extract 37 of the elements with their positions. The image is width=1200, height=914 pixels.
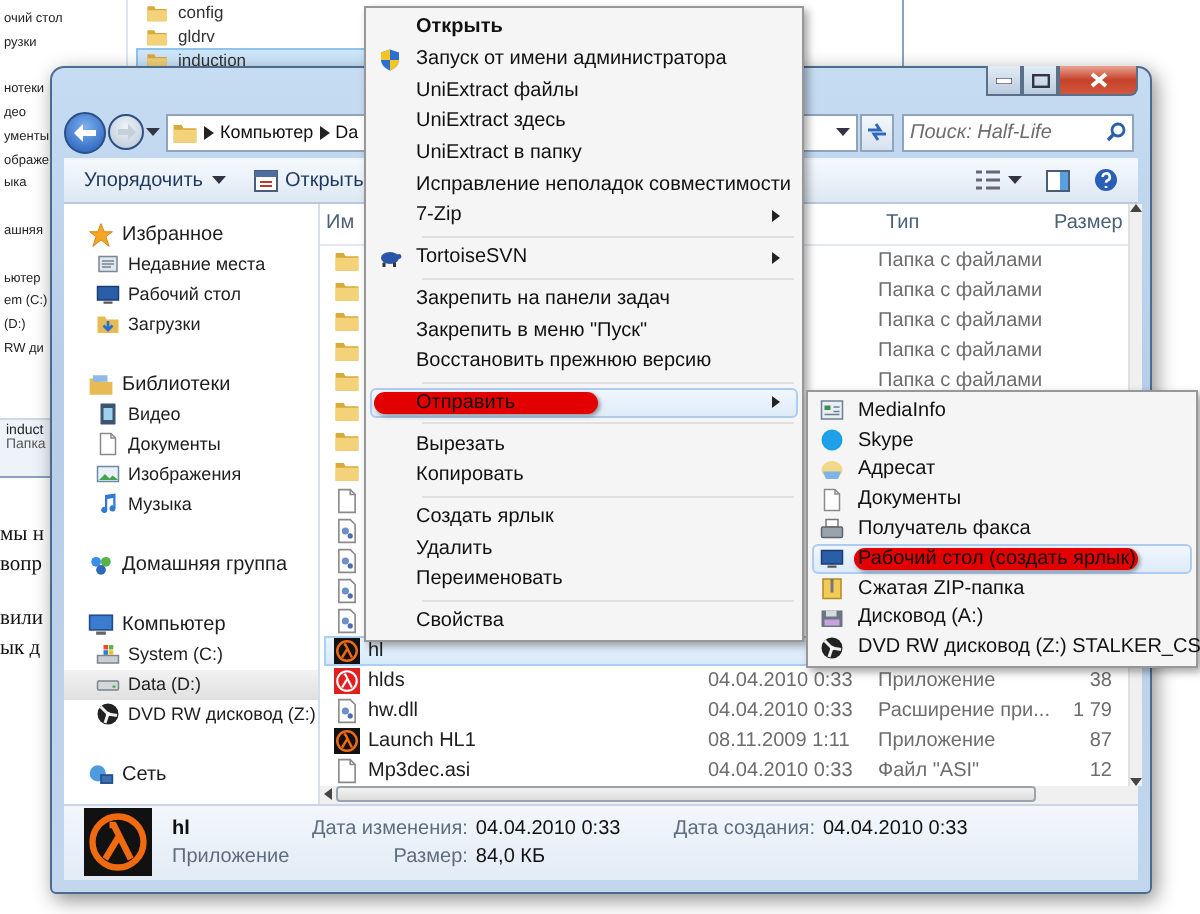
- type-cell-text: Приложение: [878, 729, 998, 752]
- size-cell-text: 12: [1087, 759, 1112, 782]
- file-name: induction: [178, 50, 247, 70]
- property-label: Размер:: [391, 845, 468, 868]
- type-cell-text: Папка с файлами: [878, 339, 1045, 362]
- type-cell-text: Папка с файлами: [878, 249, 1045, 272]
- property-value: 84,0 КБ: [475, 845, 548, 868]
- type-cell-text: Папка с файлами: [878, 369, 1045, 392]
- text-line: вопр: [0, 552, 43, 580]
- file-name: gldrv: [178, 26, 215, 46]
- property-value: 04.04.2010 0:33: [822, 817, 968, 840]
- date-cell-text: 04.04.2010 0:33: [708, 699, 855, 722]
- size-cell-text: 1 79: [1071, 699, 1112, 722]
- text-line: мы н: [0, 522, 44, 550]
- property-value: 04.04.2010 0:33: [475, 817, 623, 840]
- file-name: hlds: [368, 669, 407, 692]
- file-type: Приложение: [172, 845, 290, 868]
- date-cell-text: 04.04.2010 0:33: [708, 759, 855, 782]
- date-cell-text: 04.04.2010 0:33: [708, 669, 855, 692]
- file-name: Launch HL1: [368, 729, 478, 752]
- type-cell-text: Папка с файлами: [878, 309, 1045, 332]
- date-cell-text: 08.11.2009 1:11: [708, 729, 852, 752]
- size-cell-text: 87: [1087, 729, 1112, 752]
- type-cell-text: Папка с файлами: [878, 279, 1045, 302]
- size-cell-text: 38: [1087, 669, 1112, 692]
- type-cell-text: Файл "ASI": [878, 759, 982, 782]
- file-name: config: [178, 2, 224, 22]
- type-cell: Расширение при...: [878, 699, 1046, 722]
- type-cell-text: Приложение: [878, 669, 998, 692]
- text-line: вили: [0, 606, 43, 634]
- text-line: ык д: [0, 636, 41, 664]
- property-label: Дата изменения:: [312, 817, 468, 840]
- file-name: Mp3dec.asi: [368, 759, 473, 782]
- property-label: Дата создания:: [673, 817, 815, 840]
- file-name: hl: [368, 639, 386, 662]
- file-name: hl: [172, 817, 190, 840]
- file-name: hw.dll: [368, 699, 421, 722]
